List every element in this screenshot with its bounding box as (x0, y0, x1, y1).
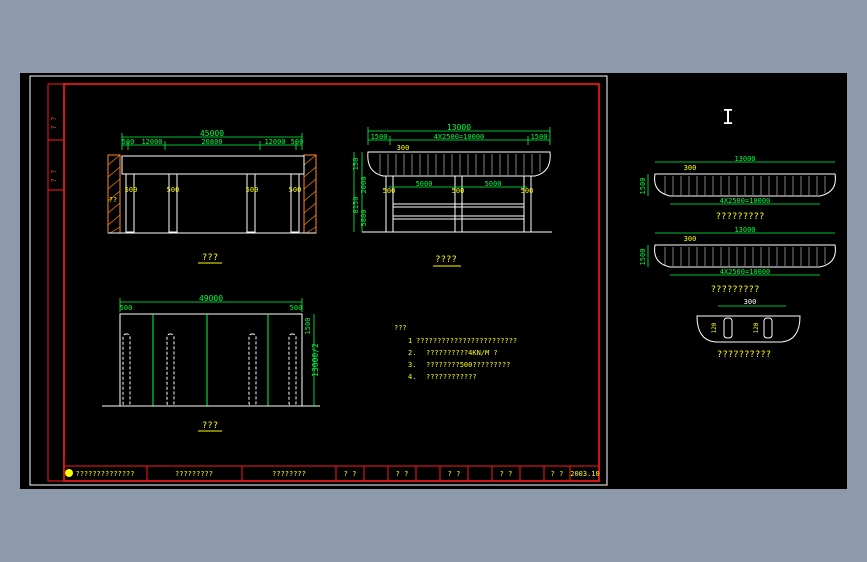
title-block-cell: ? ? (500, 470, 513, 478)
dim-mid-label: 4X2500=10000 (720, 268, 771, 276)
dim-part-label: 1500 (371, 133, 388, 141)
top-dim-label: 300 (744, 298, 757, 306)
vertical-dim-label: 5800 (360, 210, 368, 227)
section3-caption: ?????????? (717, 350, 771, 360)
section2-caption: ????????? (711, 285, 760, 295)
title-block-cell: ? ? (448, 470, 461, 478)
note-number: 4. (408, 373, 416, 381)
column-label: 500 (246, 186, 259, 194)
dim-part-label: 20800 (201, 138, 222, 146)
dim-part-label: 1500 (531, 133, 548, 141)
top-dim-label: 300 (684, 164, 697, 172)
vertical-dim-label: 13000/2 (311, 343, 320, 377)
top-dim-label: 300 (684, 235, 697, 243)
title-block-cell: ? ? (344, 470, 357, 478)
dim-total-label: 45000 (200, 129, 224, 138)
side-elevation-title: ???? (435, 255, 457, 265)
front-elevation-title: ??? (202, 253, 218, 263)
dim-lower-label: 5000 (416, 180, 433, 188)
dim-total-label: 13000 (734, 155, 755, 163)
left-dim-label: 1500 (639, 249, 647, 266)
note-number: 3. (408, 361, 416, 369)
title-block-cell: ????????? (175, 470, 213, 478)
dim-part-label: 500 (290, 304, 303, 312)
plan-title: ??? (202, 421, 218, 431)
vertical-dim-label: 8150 (352, 197, 360, 214)
title-block-date: 2003.10 (570, 470, 600, 478)
dim-mid-label: 4X2500=10000 (720, 197, 771, 205)
column-label: 500 (521, 187, 534, 195)
vertical-dim-label: 1500 (304, 318, 312, 335)
dim-lower-label: 5000 (485, 180, 502, 188)
right-dim-label: 120 (753, 322, 760, 333)
dim-total-label: 13000 (447, 123, 471, 132)
note-text: ??????????4KN/M ? (426, 349, 498, 357)
column-label: 500 (452, 187, 465, 195)
note-text: ???????????? (426, 373, 477, 381)
title-block-cell: ? ? (551, 470, 564, 478)
note-number: 2. (408, 349, 416, 357)
column-label: 500 (289, 186, 302, 194)
title-block-cell: ? ? (396, 470, 409, 478)
dim-total-label: 13000 (734, 226, 755, 234)
dim-total-label: 49000 (199, 294, 223, 303)
trough-top-label: 300 (397, 144, 410, 152)
section1-caption: ????????? (716, 212, 765, 222)
left-dim-label: 120 (711, 322, 718, 333)
column-label: 500 (167, 186, 180, 194)
dim-part-label: 500 (291, 138, 304, 146)
column-label: 500 (125, 186, 138, 194)
dim-part-label: 12000 (264, 138, 285, 146)
dim-part-label: 500 (122, 138, 135, 146)
binding-strip-label-bottom: ? ? (50, 170, 58, 183)
title-block-cell: ?????????????? (75, 470, 134, 478)
vertical-dim-label: 150 (352, 158, 360, 171)
section2-ribs (664, 247, 826, 266)
column-label: 500 (383, 187, 396, 195)
cad-drawing-viewport[interactable]: ? ? ? ? 45000 500 12000 20800 12000 500 … (0, 0, 867, 562)
note-text: ???????????????????????? (416, 337, 517, 345)
view-marker: I (722, 105, 734, 129)
logo-icon (65, 469, 73, 477)
left-dim-label: 1500 (639, 178, 647, 195)
wall-label: ?? (109, 196, 117, 204)
notes-heading: ??? (394, 324, 407, 332)
note-text: ????????500????????? (426, 361, 510, 369)
trough-ribs (379, 154, 541, 175)
binding-strip-label-top: ? ? (50, 117, 58, 130)
dim-part-label: 500 (120, 304, 133, 312)
title-block-cell: ???????? (272, 470, 306, 478)
dim-part-label: 12000 (141, 138, 162, 146)
vertical-dim-label: 2000 (360, 177, 368, 194)
note-number: 1 (408, 337, 412, 345)
dim-part-label: 4X2500=10000 (434, 133, 485, 141)
section1-ribs (664, 176, 826, 195)
